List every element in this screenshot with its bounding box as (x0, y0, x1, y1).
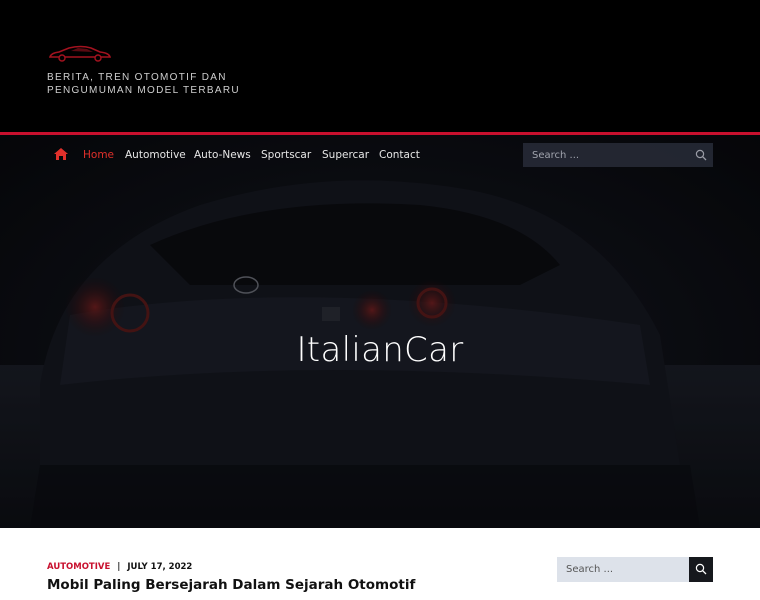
post-date[interactable]: JULY 17, 2022 (127, 562, 192, 572)
sidebar-search (557, 557, 713, 582)
sidebar-search-input[interactable] (557, 557, 689, 582)
nav-item-supercar[interactable]: Supercar (322, 149, 369, 161)
nav-item-home[interactable]: Home (83, 149, 114, 161)
nav-item-automotive[interactable]: Automotive (125, 149, 186, 161)
search-icon[interactable] (695, 149, 707, 161)
post-category[interactable]: AUTOMOTIVE (47, 562, 110, 572)
post-title[interactable]: Mobil Paling Bersejarah Dalam Sejarah Ot… (47, 577, 415, 593)
car-logo-icon[interactable] (47, 42, 113, 64)
sidebar-search-button[interactable] (689, 557, 713, 582)
hero-title: ItalianCar (296, 330, 464, 370)
home-icon[interactable] (53, 147, 69, 161)
header-search-input[interactable] (523, 143, 688, 167)
nav-item-contact[interactable]: Contact (379, 149, 420, 161)
post-meta: AUTOMOTIVE | JULY 17, 2022 (47, 562, 192, 572)
nav-item-sportscar[interactable]: Sportscar (261, 149, 311, 161)
nav-item-auto-news[interactable]: Auto-News (194, 149, 251, 161)
header-search (523, 143, 713, 167)
site-header: BERITA, TREN OTOMOTIF DAN PENGUMUMAN MOD… (0, 0, 760, 133)
site-tagline: BERITA, TREN OTOMOTIF DAN PENGUMUMAN MOD… (47, 72, 240, 96)
meta-separator: | (117, 562, 121, 572)
search-icon (695, 563, 707, 575)
